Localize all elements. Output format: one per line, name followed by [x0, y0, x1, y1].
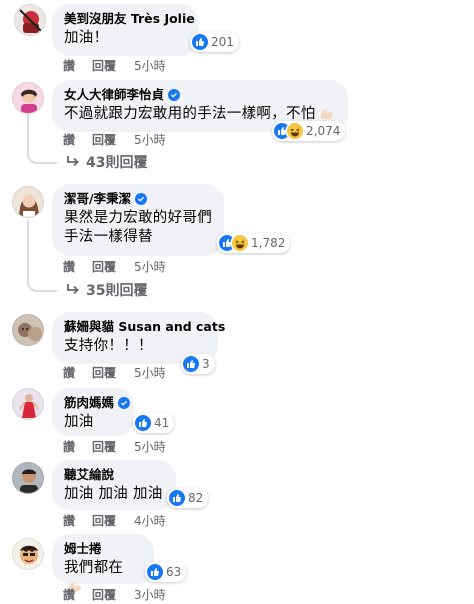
comment-bubble: 筋肉媽媽 加油 [52, 388, 134, 436]
comment-text: 加油！ [64, 30, 109, 46]
comment-text: 支持你！！！ [64, 338, 153, 354]
like-link[interactable]: 讚 [63, 514, 92, 528]
comment-actions: 讚 回覆 5小時 [63, 260, 166, 274]
comment-actions: 讚 回覆 5小時 [63, 366, 166, 380]
comment-bubble: 聽艾綸說 加油 加油 加油 [52, 460, 176, 510]
reaction-count: 3 [202, 357, 210, 371]
like-reaction-icon [192, 34, 208, 50]
comment-text: 我們都在 [64, 560, 124, 576]
reply-arrow-icon [66, 154, 80, 172]
reply-link[interactable]: 回覆 [92, 59, 134, 73]
timestamp[interactable]: 5小時 [134, 133, 166, 147]
avatar[interactable] [12, 314, 44, 346]
like-link[interactable]: 讚 [63, 588, 92, 602]
timestamp[interactable]: 5小時 [134, 366, 166, 380]
avatar[interactable] [12, 538, 44, 570]
comment-bubble: 美到沒朋友 Très Jolie 加油！ [52, 4, 198, 56]
like-link[interactable]: 讚 [63, 133, 92, 147]
avatar[interactable] [12, 82, 44, 114]
replies-count: 43則回覆 [86, 155, 148, 171]
timestamp[interactable]: 5小時 [134, 440, 166, 454]
reply-link[interactable]: 回覆 [92, 260, 134, 274]
like-reaction-icon [147, 564, 163, 580]
like-reaction-icon [135, 415, 151, 431]
flexed-biceps-icon [319, 106, 335, 120]
comment-bubble: 潔哥/李秉潔 果然是力宏敢的好哥們 手法一樣得替 [52, 184, 224, 256]
thread-line [27, 220, 29, 278]
comment-actions: 讚 回覆 3小時 [63, 588, 166, 602]
commenter-name[interactable]: 姆士捲 [64, 541, 102, 557]
like-reaction-icon [183, 356, 199, 372]
view-replies-link[interactable]: 43則回覆 [66, 154, 147, 172]
reply-link[interactable]: 回覆 [92, 588, 134, 602]
comment-bubble: 姆士捲 我們都在 [52, 534, 154, 592]
thread-line [27, 114, 29, 150]
reaction-count: 1,782 [251, 236, 286, 250]
reply-arrow-icon [66, 282, 80, 300]
reaction-count: 82 [188, 491, 204, 505]
thread-elbow [27, 278, 57, 292]
comment-text: 加油 加油 加油 [64, 486, 163, 502]
reply-link[interactable]: 回覆 [92, 133, 134, 147]
avatar[interactable] [12, 462, 44, 494]
verified-badge-icon [118, 397, 131, 409]
reaction-summary[interactable]: 3 [181, 354, 215, 374]
reaction-count: 41 [154, 416, 170, 430]
reaction-summary[interactable]: 2,074 [272, 121, 346, 141]
verified-badge-icon [135, 193, 148, 205]
verified-badge-icon [168, 89, 181, 101]
like-link[interactable]: 讚 [63, 260, 92, 274]
like-link[interactable]: 讚 [63, 59, 92, 73]
comment-actions: 讚 回覆 5小時 [63, 59, 166, 73]
reply-link[interactable]: 回覆 [92, 514, 134, 528]
reaction-count: 2,074 [306, 124, 341, 138]
reaction-summary[interactable]: 1,782 [217, 233, 291, 253]
reaction-summary[interactable]: 201 [190, 32, 239, 52]
commenter-name[interactable]: 女人大律師李怡貞 [64, 87, 164, 103]
comment-actions: 讚 回覆 5小時 [63, 133, 166, 147]
view-replies-link[interactable]: 35則回覆 [66, 282, 147, 300]
haha-reaction-icon [232, 235, 248, 251]
timestamp[interactable]: 3小時 [134, 588, 166, 602]
commenter-name[interactable]: 筋肉媽媽 [64, 395, 114, 411]
comment-actions: 讚 回覆 4小時 [63, 514, 166, 528]
comment-text: 不過就跟力宏敢用的手法一樣啊，不怕 [64, 106, 316, 122]
timestamp[interactable]: 5小時 [134, 260, 166, 274]
reaction-summary[interactable]: 41 [133, 413, 175, 433]
avatar[interactable] [12, 186, 44, 218]
commenter-name[interactable]: 聽艾綸說 [64, 467, 114, 483]
comment-text: 果然是力宏敢的好哥們 手法一樣得替 [64, 210, 212, 245]
like-link[interactable]: 讚 [63, 366, 92, 380]
timestamp[interactable]: 5小時 [134, 59, 166, 73]
timestamp[interactable]: 4小時 [134, 514, 166, 528]
avatar[interactable] [14, 4, 46, 36]
avatar[interactable] [12, 388, 44, 420]
comment-actions: 讚 回覆 5小時 [63, 440, 166, 454]
commenter-name[interactable]: 蘇姍與貓 Susan and cats [64, 319, 225, 335]
haha-reaction-icon [287, 123, 303, 139]
reaction-summary[interactable]: 82 [167, 488, 209, 508]
comment-text: 加油 [64, 414, 94, 430]
reaction-summary[interactable]: 63 [145, 562, 187, 582]
reply-link[interactable]: 回覆 [92, 440, 134, 454]
commenter-name[interactable]: 潔哥/李秉潔 [64, 191, 131, 207]
reaction-count: 201 [211, 35, 234, 49]
like-link[interactable]: 讚 [63, 440, 92, 454]
commenter-name[interactable]: 美到沒朋友 Très Jolie [64, 11, 195, 27]
reaction-count: 63 [166, 565, 182, 579]
reply-link[interactable]: 回覆 [92, 366, 134, 380]
replies-count: 35則回覆 [86, 283, 148, 299]
thread-elbow [27, 150, 57, 164]
like-reaction-icon [169, 490, 185, 506]
